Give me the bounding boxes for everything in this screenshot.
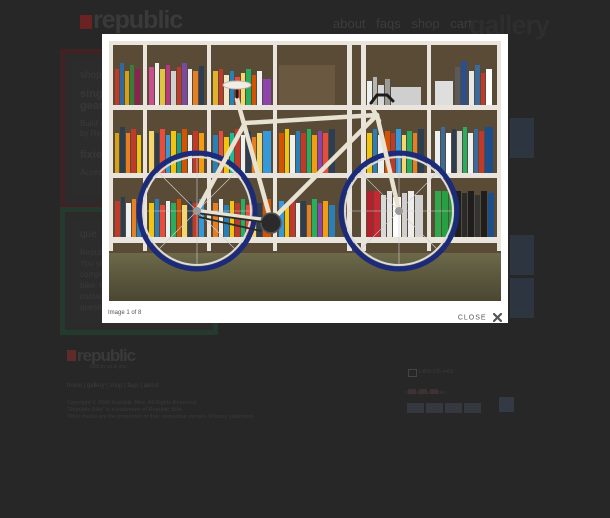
shop-heading[interactable]: shop	[80, 70, 102, 81]
fixie-link[interactable]: fixie	[80, 149, 102, 161]
fixie-bicycle-photo	[109, 41, 501, 301]
questions-line: questi	[80, 303, 102, 312]
copyright-line: "Republic Bike" is a trademark of Republ…	[67, 407, 184, 413]
geotrust-seal-icon[interactable]	[499, 397, 514, 412]
close-icon	[493, 313, 502, 323]
site-logo[interactable]: republic	[80, 6, 183, 35]
image-counter: Image 1 of 8	[108, 310, 142, 316]
footer-links[interactable]: home | gallery | shop | faqs | about	[67, 383, 159, 389]
card-icon	[464, 403, 481, 413]
card-icon	[426, 403, 443, 413]
questions-line: contac	[80, 292, 104, 301]
shipping-label: shipping available:	[405, 390, 447, 396]
nav-shop[interactable]: shop	[411, 16, 439, 31]
copyright-line: Copyright © 2008 Republic Bike. All Righ…	[67, 400, 198, 406]
card-icon	[445, 403, 462, 413]
lightbox-modal: Image 1 of 8 CLOSE	[102, 34, 508, 323]
nav-about[interactable]: about	[333, 16, 366, 31]
logo-mark-icon	[67, 350, 76, 361]
questions-line: bike. P	[80, 281, 105, 290]
gallery-thumbnail[interactable]	[510, 278, 534, 318]
questions-heading: que	[80, 229, 97, 240]
card-icon	[407, 403, 424, 413]
footer-tagline: built by us & you	[90, 364, 127, 370]
close-button[interactable]: CLOSE	[457, 309, 502, 323]
logo-mark-icon	[80, 15, 92, 29]
nav-faqs[interactable]: faqs	[376, 16, 401, 31]
phone-number: 1-800-335-4402	[418, 369, 454, 375]
payment-cards	[407, 400, 483, 418]
logo-text: republic	[93, 6, 183, 34]
copyright: Copyright © 2008 Republic Bike. All Righ…	[67, 400, 297, 421]
close-label: CLOSE	[457, 314, 487, 322]
copyright-line: Other marks are the properties of their …	[67, 414, 255, 420]
gallery-thumbnail[interactable]	[510, 235, 534, 275]
footer-logo-text: republic	[77, 346, 136, 365]
product-title-line2[interactable]: gear	[80, 100, 103, 112]
questions-line: You se	[80, 259, 105, 268]
phone-icon	[408, 369, 417, 377]
footer-logo[interactable]: republic	[67, 346, 136, 366]
main-nav: about faqs shop cart	[333, 16, 479, 31]
questions-line: compo	[80, 270, 105, 279]
gallery-thumbnail[interactable]	[510, 118, 534, 158]
